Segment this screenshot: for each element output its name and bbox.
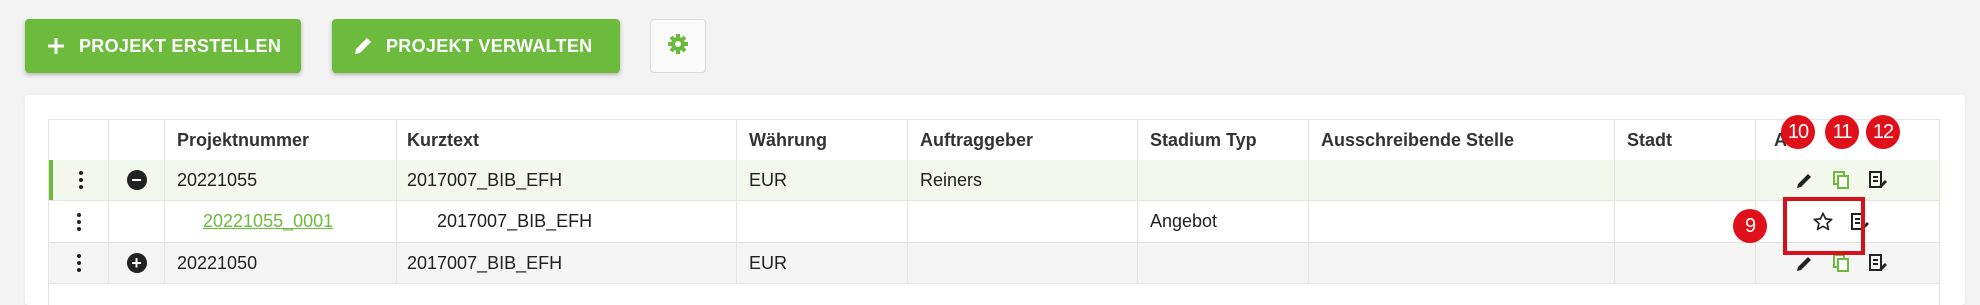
projects-table: Projektnummer Kurztext Währung Auftragge… (48, 119, 1940, 305)
cell-auftraggeber: Reiners (908, 160, 1138, 200)
cell-ausschreibende-stelle (1309, 243, 1615, 283)
cell-kurztext: 2017007_BIB_EFH (397, 201, 737, 242)
row-menu-button[interactable] (49, 243, 109, 283)
project-variant-link[interactable]: 20221055_0001 (203, 211, 333, 232)
table-row[interactable]: 20221055_0001 2017007_BIB_EFH Angebot (49, 201, 1939, 243)
minus-circle-icon: − (126, 170, 147, 190)
cell-stadt (1615, 243, 1756, 283)
cell-waehrung (737, 201, 908, 242)
cell-stadt (1615, 160, 1756, 200)
star-highlight-box (1783, 197, 1865, 255)
cell-stadium-typ (1138, 243, 1309, 283)
cell-projektnummer: 20221055 (165, 160, 397, 200)
cell-kurztext: 2017007_BIB_EFH (397, 243, 737, 283)
header-waehrung[interactable]: Währung (737, 120, 908, 160)
header-expand-col (109, 120, 165, 160)
kebab-menu-icon (76, 254, 81, 272)
gear-icon (666, 32, 690, 61)
copy-icon[interactable] (1830, 169, 1852, 191)
expand-placeholder (109, 201, 165, 242)
cell-stadium-typ (1138, 160, 1309, 200)
cell-projektnummer: 20221050 (165, 243, 397, 283)
create-project-label: PROJEKT ERSTELLEN (79, 35, 282, 56)
cell-ausschreibende-stelle (1309, 201, 1615, 242)
manage-project-label: PROJEKT VERWALTEN (386, 35, 593, 56)
header-auftraggeber[interactable]: Auftraggeber (908, 120, 1138, 160)
header-stadium-typ[interactable]: Stadium Typ (1138, 120, 1309, 160)
cell-kurztext: 2017007_BIB_EFH (397, 160, 737, 200)
cell-ausschreibende-stelle (1309, 160, 1615, 200)
cell-waehrung: EUR (737, 160, 908, 200)
note-edit-icon[interactable] (1866, 169, 1888, 191)
settings-button[interactable] (650, 19, 706, 73)
manage-project-button[interactable]: PROJEKT VERWALTEN (332, 19, 620, 73)
note-edit-icon[interactable] (1866, 252, 1888, 274)
header-menu-col (49, 120, 109, 160)
table-header: Projektnummer Kurztext Währung Auftragge… (49, 119, 1939, 161)
plus-circle-icon: + (126, 253, 147, 273)
copy-icon[interactable] (1830, 252, 1852, 274)
collapse-button[interactable]: − (109, 160, 165, 200)
header-projektnummer[interactable]: Projektnummer (165, 120, 397, 160)
table-row[interactable]: + 20221050 2017007_BIB_EFH EUR (49, 243, 1939, 284)
kebab-menu-icon (78, 171, 83, 189)
header-stadt[interactable]: Stadt (1615, 120, 1756, 160)
cell-stadium-typ: Angebot (1138, 201, 1309, 242)
header-ausschreibende-stelle[interactable]: Ausschreibende Stelle (1309, 120, 1615, 160)
edit-pencil-icon[interactable] (1794, 252, 1816, 274)
expand-button[interactable]: + (109, 243, 165, 283)
pencil-icon (352, 35, 374, 57)
create-project-button[interactable]: PROJEKT ERSTELLEN (25, 19, 301, 73)
annotation-badge-12: 12 (1866, 115, 1900, 149)
row-menu-button[interactable] (49, 201, 109, 242)
annotation-badge-9: 9 (1733, 209, 1767, 243)
cell-auftraggeber (908, 243, 1138, 283)
cell-projektnummer-link[interactable]: 20221055_0001 (165, 201, 397, 242)
annotation-badge-11: 11 (1825, 115, 1859, 149)
kebab-menu-icon (76, 212, 81, 231)
cell-auftraggeber (908, 201, 1138, 242)
edit-pencil-icon[interactable] (1794, 169, 1816, 191)
header-kurztext[interactable]: Kurztext (397, 120, 737, 160)
annotation-badge-10: 10 (1781, 115, 1815, 149)
row-menu-button[interactable] (49, 160, 109, 200)
plus-icon (45, 35, 67, 57)
row-actions (1756, 160, 1939, 200)
table-row[interactable]: − 20221055 2017007_BIB_EFH EUR Reiners (49, 160, 1939, 201)
cell-waehrung: EUR (737, 243, 908, 283)
